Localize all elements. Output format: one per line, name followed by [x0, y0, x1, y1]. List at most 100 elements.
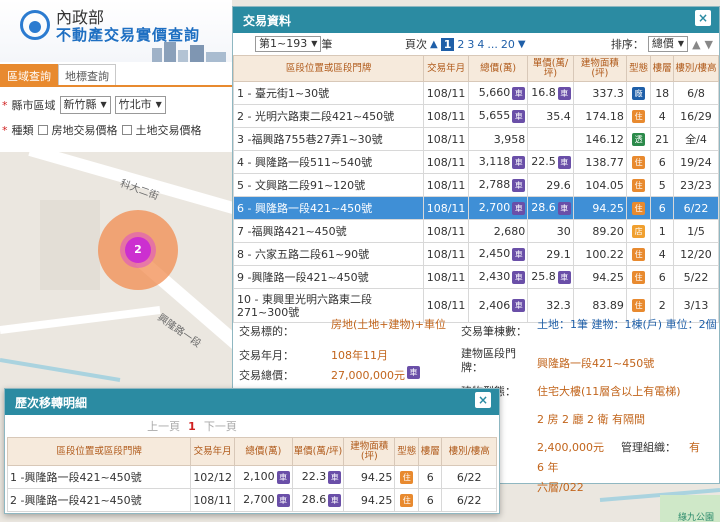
- cell-level: 6/22: [441, 465, 497, 489]
- map-cluster-marker[interactable]: 2: [98, 210, 178, 290]
- col-date[interactable]: 交易年月: [423, 55, 469, 82]
- page-link[interactable]: 2: [457, 38, 464, 51]
- address-text: 8 - 六家五路二段61~90號: [237, 248, 370, 261]
- car-badge-icon[interactable]: 車: [512, 270, 526, 284]
- page-link[interactable]: 3: [467, 38, 474, 51]
- cell-address[interactable]: 6 - 興隆路一段421~450號: [232, 196, 425, 220]
- total-value: 3,958: [493, 132, 526, 146]
- car-badge-icon[interactable]: 車: [512, 247, 526, 261]
- detail-addr-value: 興隆路一段421~450號: [537, 357, 655, 370]
- car-badge-icon[interactable]: 車: [557, 86, 571, 100]
- col-unit[interactable]: 單價(萬/坪): [527, 55, 574, 82]
- sort-select[interactable]: 總價 ▼: [647, 36, 689, 52]
- type-badge: 店: [632, 224, 646, 238]
- land-checkbox[interactable]: [121, 125, 132, 135]
- car-badge-icon[interactable]: 車: [276, 470, 290, 484]
- cell-address[interactable]: 5 - 文興路二段91~120號: [232, 173, 425, 197]
- table-row[interactable]: 4 - 興隆路一段511~540號 108/11 3,118 車 22.5 車 138.77…: [232, 150, 720, 174]
- cell-area: 94.25: [572, 265, 627, 289]
- table-row[interactable]: 9 -興隆路一段421~450號 108/11 2,430 車 25.8 車 94.25 住 6…: [232, 265, 720, 289]
- car-badge-icon[interactable]: 車: [512, 86, 526, 100]
- range-select[interactable]: 第1~193 ▼: [255, 36, 322, 52]
- sort-label: 排序：: [610, 38, 644, 51]
- page-link[interactable]: 4: [477, 38, 484, 51]
- cell-unit: 22.3 車: [291, 465, 345, 489]
- type-badge: 住: [632, 201, 646, 215]
- table-row[interactable]: 2 -興隆路一段421~450號 108/11 2,700 車 28.6 車 94.25 住 6…: [6, 488, 497, 512]
- sort-asc-icon[interactable]: ▲: [692, 38, 700, 51]
- car-badge-icon[interactable]: 車: [557, 201, 571, 215]
- cell-address[interactable]: 4 - 興隆路一段511~540號: [232, 150, 425, 174]
- sort-desc-icon[interactable]: ▼: [705, 38, 713, 51]
- col-type: 型態: [394, 437, 420, 466]
- cell-total: 2,406 車: [467, 288, 529, 323]
- col-total[interactable]: 總價(萬): [467, 55, 529, 82]
- address-text: 6 - 興隆路一段421~450號: [237, 202, 373, 215]
- detail-ym-label: 交易年月：: [239, 349, 294, 362]
- car-badge-icon[interactable]: 車: [328, 470, 342, 484]
- col-total: 總價(萬): [234, 437, 293, 466]
- page-link-current[interactable]: 1: [440, 37, 455, 51]
- table-row[interactable]: 2 - 光明六路東二段421~450號 108/11 5,655 車 35.4 174.1…: [232, 104, 720, 128]
- cell-total: 2,450 車: [467, 242, 529, 266]
- car-badge-icon[interactable]: 車: [512, 299, 526, 313]
- car-badge-icon[interactable]: 車: [512, 109, 526, 123]
- tab-area-search[interactable]: 區域查詢: [0, 64, 58, 86]
- close-icon[interactable]: ×: [475, 392, 491, 408]
- page-ellipsis: ...: [487, 37, 498, 51]
- table-row[interactable]: 8 - 六家五路二段61~90號 108/11 2,450 車 29.1 100.22 住 4…: [232, 242, 720, 266]
- car-badge-icon[interactable]: 車: [407, 366, 420, 379]
- cell-floors: 4: [650, 242, 674, 266]
- cell-address: 2 -興隆路一段421~450號: [6, 488, 192, 512]
- address-text: 1 - 臺元街1~30號: [237, 87, 330, 100]
- page-link[interactable]: 20: [501, 38, 515, 51]
- cluster-count[interactable]: 2: [125, 237, 151, 263]
- car-badge-icon[interactable]: 車: [512, 178, 526, 192]
- car-badge-icon[interactable]: 車: [512, 201, 526, 215]
- table-row[interactable]: 6 - 興隆路一段421~450號 108/11 2,700 車 28.6 車 94.25 住…: [232, 196, 720, 220]
- district-select[interactable]: 竹北市 ▼: [114, 96, 166, 114]
- table-row[interactable]: 5 - 文興路二段91~120號 108/11 2,788 車 29.6 104.05 住 5…: [232, 173, 720, 197]
- house-checkbox[interactable]: [37, 125, 48, 135]
- type-label: 種類: [11, 124, 34, 137]
- cell-total: 2,700 車: [467, 196, 529, 220]
- car-badge-icon[interactable]: 車: [276, 493, 290, 507]
- col-area[interactable]: 建物面積(坪): [572, 55, 627, 82]
- car-badge-icon[interactable]: 車: [328, 493, 342, 507]
- table-row[interactable]: 1 -興隆路一段421~450號 102/12 2,100 車 22.3 車 94.25 住 6…: [6, 465, 497, 489]
- cell-address[interactable]: 8 - 六家五路二段61~90號: [232, 242, 425, 266]
- table-row[interactable]: 7 -福興路421~450號 108/11 2,680 30 89.20 店 1 1/5: [232, 219, 720, 243]
- cell-address[interactable]: 3 -福興路755巷27弄1~30號: [232, 127, 425, 151]
- car-badge-icon[interactable]: 車: [557, 155, 571, 169]
- cell-address[interactable]: 7 -福興路421~450號: [232, 219, 425, 243]
- cell-address: 1 -興隆路一段421~450號: [6, 465, 192, 489]
- tab-landmark-search[interactable]: 地標查詢: [58, 64, 116, 86]
- close-icon[interactable]: ×: [695, 10, 711, 26]
- next-page-link[interactable]: 下一頁: [204, 418, 237, 434]
- col-address: 區段位置或區段門牌: [6, 437, 192, 466]
- prev-page-icon[interactable]: ▲: [430, 39, 438, 50]
- cell-level: 5/22: [672, 265, 720, 289]
- car-badge-icon[interactable]: 車: [512, 155, 526, 169]
- cell-address[interactable]: 2 - 光明六路東二段421~450號: [232, 104, 425, 128]
- next-page-icon[interactable]: ▼: [518, 39, 526, 50]
- table-row[interactable]: 1 - 臺元街1~30號 108/11 5,660 車 16.8 車 337.3 廠 18 6/8: [232, 81, 720, 105]
- brand-header: 內政部 不動產交易實價查詢: [0, 0, 232, 62]
- prev-page-link[interactable]: 上一頁: [147, 418, 180, 434]
- cell-type: 住: [625, 104, 652, 128]
- cell-area: 138.77: [572, 150, 627, 174]
- cell-type: 店: [625, 219, 652, 243]
- cell-level: 全/4: [672, 127, 720, 151]
- table-row[interactable]: 3 -福興路755巷27弄1~30號 108/11 3,958 146.12 透 21 全/…: [232, 127, 720, 151]
- cell-total: 2,680: [467, 219, 529, 243]
- cell-address[interactable]: 1 - 臺元街1~30號: [232, 81, 425, 105]
- cell-address[interactable]: 9 -興隆路一段421~450號: [232, 265, 425, 289]
- col-level[interactable]: 樓別/樓高: [672, 55, 720, 82]
- page-nav: 頁次 ▲ 1 2 3 4 ... 20 ▼: [405, 36, 526, 52]
- county-select[interactable]: 新竹縣 ▼: [59, 96, 111, 114]
- col-area: 建物面積(坪): [343, 437, 396, 466]
- car-badge-icon[interactable]: 車: [557, 270, 571, 284]
- col-type[interactable]: 型態: [625, 55, 652, 82]
- col-floors[interactable]: 樓層: [650, 55, 674, 82]
- col-address[interactable]: 區段位置或區段門牌: [232, 55, 425, 82]
